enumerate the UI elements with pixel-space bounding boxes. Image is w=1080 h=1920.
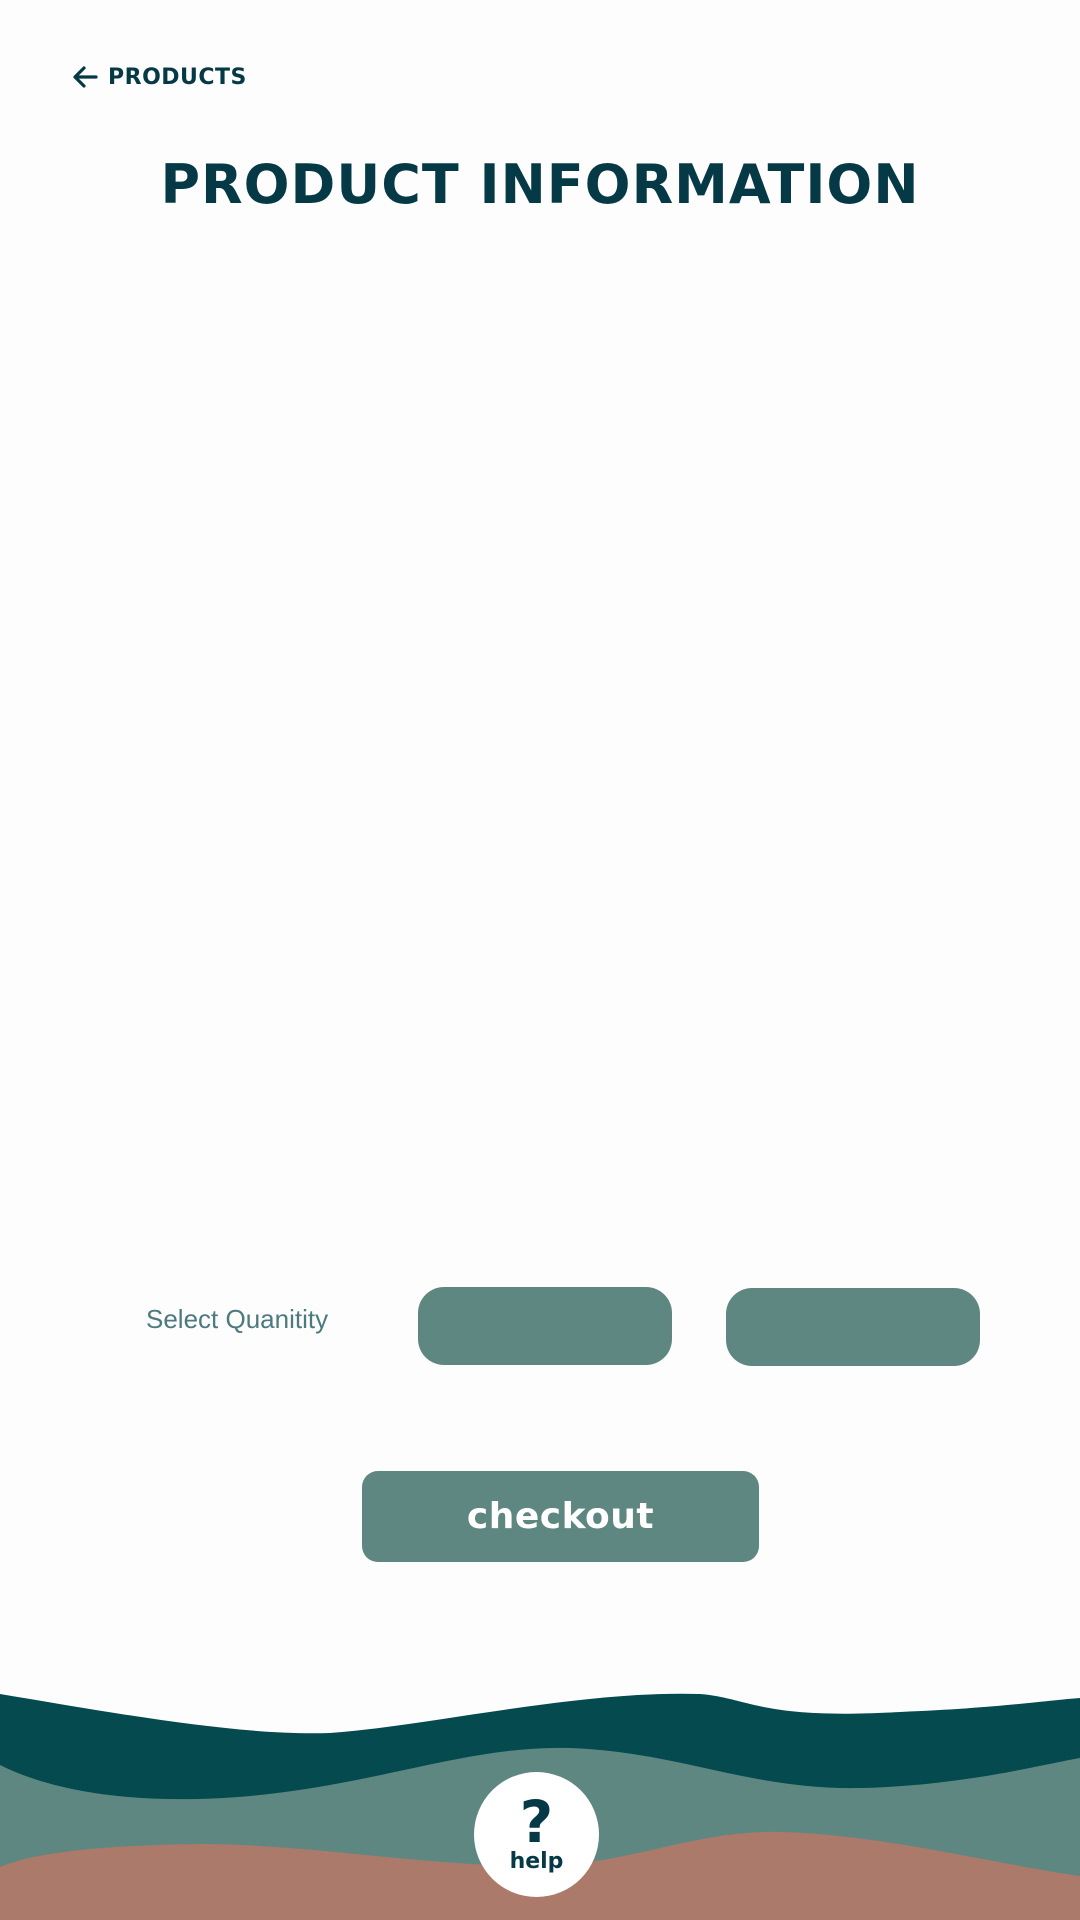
help-label: help <box>509 1848 564 1874</box>
quantity-option-button[interactable] <box>418 1287 672 1365</box>
help-button[interactable]: ? help <box>474 1772 599 1897</box>
back-to-products-link[interactable]: PRODUCTS <box>70 62 247 92</box>
arrow-left-icon <box>73 66 98 88</box>
question-mark-icon: ? <box>519 1787 554 1856</box>
checkout-button[interactable]: checkout <box>362 1471 759 1562</box>
product-image-area <box>80 260 1000 1220</box>
page-title: PRODUCT INFORMATION <box>160 153 920 216</box>
quantity-label: Select Quanitity <box>146 1304 329 1334</box>
back-link-label: PRODUCTS <box>108 64 247 90</box>
quantity-option-button[interactable] <box>726 1288 980 1366</box>
